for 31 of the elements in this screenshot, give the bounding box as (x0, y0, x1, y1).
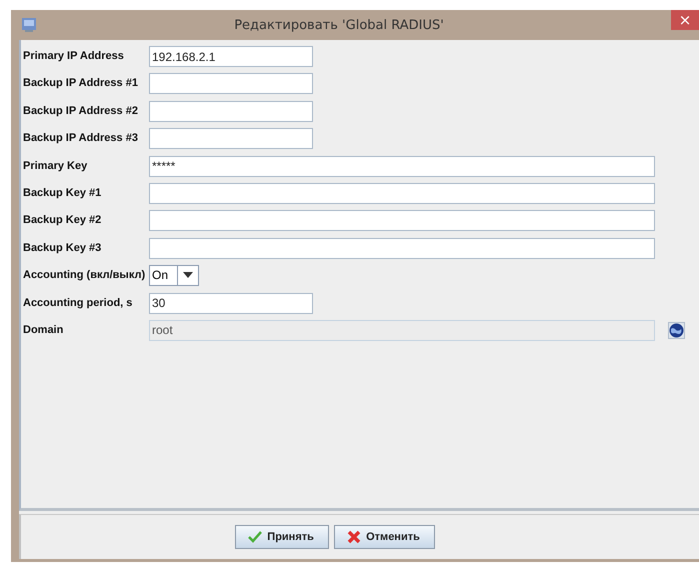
cross-icon (347, 530, 362, 544)
field-label: Backup IP Address #2 (23, 104, 139, 117)
input-field[interactable]: 30 (149, 292, 313, 314)
field-label: Backup Key #3 (23, 240, 102, 254)
input-field[interactable] (149, 73, 313, 94)
app-icon (21, 17, 37, 33)
close-button[interactable]: × (671, 10, 699, 30)
caret-icon (183, 272, 193, 278)
field-label: Primary Key (23, 158, 88, 172)
field-label: Accounting (вкл/выкл) (23, 268, 146, 282)
input-field[interactable]: root (149, 320, 655, 341)
field-label: Domain (23, 322, 64, 336)
field-label: Backup Key #1 (23, 186, 102, 199)
input-field[interactable] (149, 238, 655, 259)
window-title: Редактировать 'Global RADIUS' (233, 18, 445, 32)
dialog-button[interactable]: Принять (235, 525, 330, 549)
field-label: Backup IP Address #1 (23, 76, 139, 90)
dropdown[interactable]: On (149, 265, 199, 286)
field-label: Primary IP Address (23, 49, 125, 62)
input-field[interactable] (149, 128, 313, 150)
globe-icon[interactable] (668, 322, 685, 339)
input-field[interactable]: 192.168.2.1 (149, 46, 313, 67)
input-field[interactable] (149, 100, 313, 122)
input-field[interactable]: ***** (149, 156, 655, 177)
checkmark-icon (248, 530, 262, 544)
dialog-button[interactable]: Отменить (334, 525, 435, 549)
input-field[interactable] (149, 182, 655, 204)
field-label: Accounting period, s (23, 296, 134, 309)
input-field[interactable] (149, 210, 655, 232)
field-label: Backup Key #2 (23, 213, 102, 226)
field-label: Backup IP Address #3 (23, 131, 139, 144)
